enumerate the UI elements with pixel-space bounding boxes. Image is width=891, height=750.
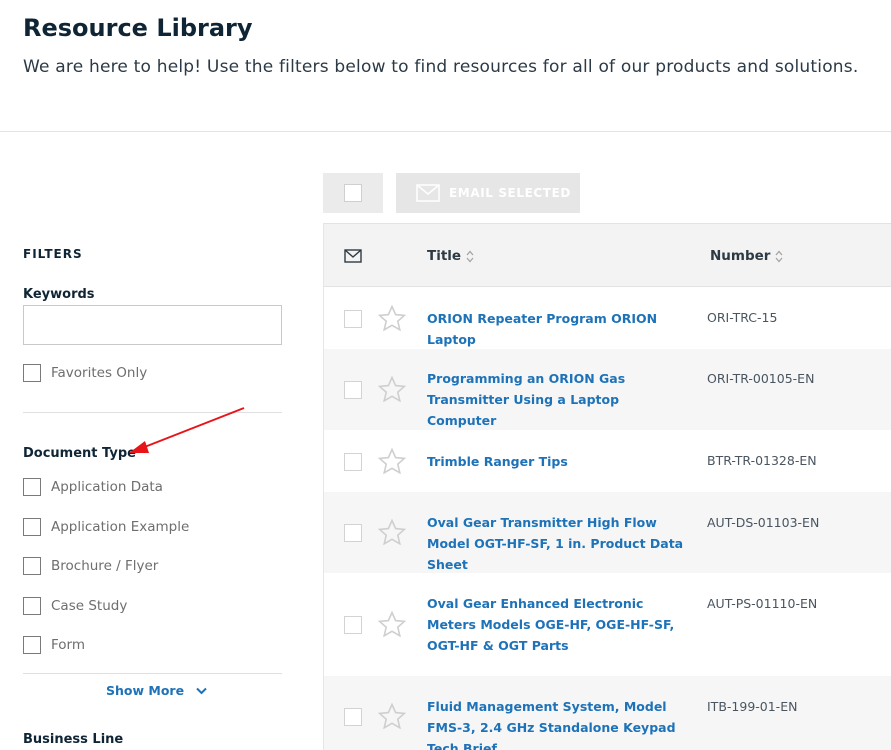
checkbox-box[interactable] — [23, 597, 41, 615]
row-title-link[interactable]: Fluid Management System, Model FMS-3, 2.… — [427, 696, 689, 750]
column-title-label: Title — [427, 248, 462, 264]
sort-icon — [466, 250, 474, 262]
show-more-button[interactable]: Show More — [106, 683, 207, 698]
doc-type-case-study[interactable]: Case Study — [23, 597, 127, 615]
row-number: AUT-DS-01103-EN — [707, 515, 820, 530]
page-subtitle: We are here to help! Use the filters bel… — [23, 57, 859, 77]
doc-type-label: Brochure / Flyer — [51, 558, 159, 574]
row-title-link[interactable]: Oval Gear Enhanced Electronic Meters Mod… — [427, 593, 689, 656]
doc-type-application-example[interactable]: Application Example — [23, 518, 189, 536]
filters-heading: FILTERS — [23, 247, 83, 261]
doc-type-application-data[interactable]: Application Data — [23, 478, 163, 496]
results-table: Title Number ORION Repeater Program ORIO… — [323, 223, 891, 750]
checkbox-box[interactable] — [23, 557, 41, 575]
page-title: Resource Library — [23, 14, 253, 42]
row-checkbox[interactable] — [344, 616, 362, 634]
row-number: AUT-PS-01110-EN — [707, 596, 818, 611]
keywords-input[interactable] — [23, 305, 282, 345]
star-icon[interactable] — [378, 448, 406, 474]
row-checkbox[interactable] — [344, 453, 362, 471]
row-title-link[interactable]: Oval Gear Transmitter High Flow Model OG… — [427, 512, 689, 575]
doc-type-brochure-flyer[interactable]: Brochure / Flyer — [23, 557, 158, 575]
table-header: Title Number — [324, 223, 891, 287]
star-icon[interactable] — [378, 703, 406, 729]
row-number: BTR-TR-01328-EN — [707, 453, 817, 468]
row-title-link[interactable]: Trimble Ranger Tips — [427, 451, 689, 472]
email-selected-label: EMAIL SELECTED — [449, 186, 571, 200]
divider — [23, 412, 282, 413]
checkbox-box[interactable] — [23, 636, 41, 654]
column-number-label: Number — [710, 248, 771, 264]
column-header-number[interactable]: Number — [710, 248, 783, 264]
row-checkbox[interactable] — [344, 310, 362, 328]
envelope-icon[interactable] — [344, 249, 362, 263]
checkbox-box[interactable] — [344, 184, 362, 202]
row-number: ORI-TRC-15 — [707, 310, 778, 325]
document-type-label: Document Type — [23, 446, 136, 461]
row-number: ITB-199-01-EN — [707, 699, 798, 714]
checkbox-box[interactable] — [23, 478, 41, 496]
doc-type-label: Application Data — [51, 479, 163, 495]
table-row: Programming an ORION Gas Transmitter Usi… — [324, 349, 891, 430]
sort-icon — [775, 250, 783, 262]
favorites-only-checkbox[interactable]: Favorites Only — [23, 364, 147, 382]
table-row: Trimble Ranger Tips BTR-TR-01328-EN — [324, 430, 891, 492]
checkbox-box[interactable] — [23, 518, 41, 536]
row-checkbox[interactable] — [344, 524, 362, 542]
business-line-label: Business Line — [23, 732, 124, 747]
page-header: Resource Library We are here to help! Us… — [0, 0, 891, 132]
envelope-icon — [416, 184, 440, 202]
filters-sidebar: FILTERS Keywords Favorites Only Document… — [0, 133, 300, 750]
checkbox-box[interactable] — [23, 364, 41, 382]
table-row: Fluid Management System, Model FMS-3, 2.… — [324, 676, 891, 750]
star-icon[interactable] — [378, 611, 406, 637]
doc-type-form[interactable]: Form — [23, 636, 85, 654]
doc-type-label: Form — [51, 637, 86, 653]
show-more-label: Show More — [106, 683, 185, 698]
keywords-label: Keywords — [23, 287, 95, 302]
column-header-title[interactable]: Title — [427, 248, 474, 264]
row-checkbox[interactable] — [344, 381, 362, 399]
row-number: ORI-TR-00105-EN — [707, 371, 815, 386]
email-selected-button[interactable]: EMAIL SELECTED — [396, 173, 580, 213]
doc-type-label: Case Study — [51, 598, 128, 614]
favorites-only-label: Favorites Only — [51, 365, 148, 381]
table-row: Oval Gear Transmitter High Flow Model OG… — [324, 492, 891, 573]
row-title-link[interactable]: Programming an ORION Gas Transmitter Usi… — [427, 368, 689, 431]
row-checkbox[interactable] — [344, 708, 362, 726]
select-all-checkbox[interactable] — [323, 173, 383, 213]
star-icon[interactable] — [378, 305, 406, 331]
star-icon[interactable] — [378, 519, 406, 545]
divider — [23, 673, 282, 674]
table-row: ORION Repeater Program ORION Laptop ORI-… — [324, 287, 891, 349]
star-icon[interactable] — [378, 376, 406, 402]
table-row: Oval Gear Enhanced Electronic Meters Mod… — [324, 573, 891, 676]
row-title-link[interactable]: ORION Repeater Program ORION Laptop — [427, 308, 689, 350]
doc-type-label: Application Example — [51, 519, 190, 535]
chevron-down-icon — [196, 687, 207, 694]
